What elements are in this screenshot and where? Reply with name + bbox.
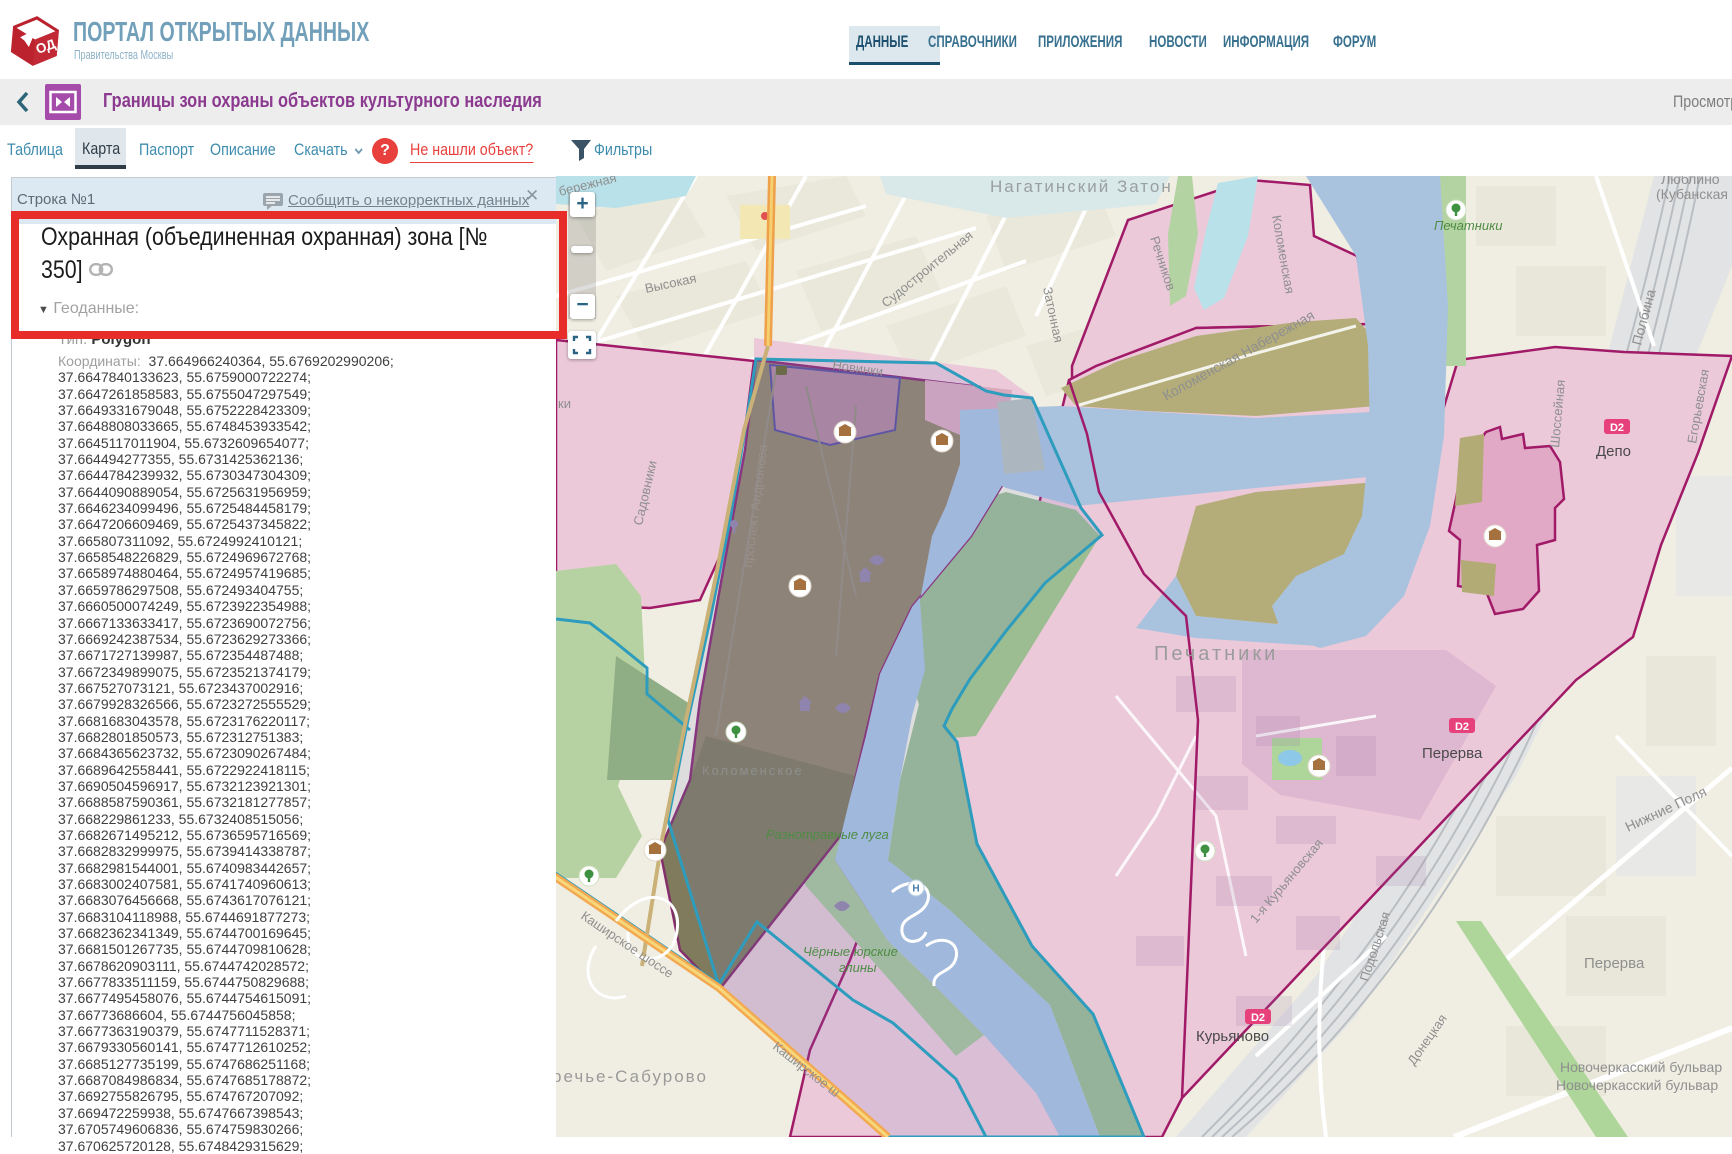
svg-text:D2: D2 [1455, 721, 1469, 733]
svg-text:Депо: Депо [1596, 443, 1631, 460]
svg-text:Перерва: Перерва [1422, 745, 1483, 762]
svg-text:Коломенское: Коломенское [702, 763, 804, 778]
svg-text:глины: глины [839, 960, 877, 975]
svg-text:Нагатинский Затон: Нагатинский Затон [990, 177, 1173, 196]
svg-text:Новочеркасский бульвар: Новочеркасский бульвар [1556, 1077, 1718, 1093]
svg-text:Перерва: Перерва [1584, 955, 1645, 972]
svg-text:Печатники: Печатники [1154, 643, 1278, 665]
svg-text:Курьяново: Курьяново [1196, 1028, 1269, 1045]
svg-text:Печатники: Печатники [1434, 218, 1502, 233]
svg-text:D2: D2 [1251, 1012, 1265, 1024]
svg-text:D2: D2 [1610, 422, 1624, 434]
svg-text:ки: ки [558, 396, 571, 411]
svg-text:речье-Сабурово: речье-Сабурово [556, 1067, 708, 1086]
svg-text:Новочеркасский бульвар: Новочеркасский бульвар [1560, 1059, 1722, 1075]
svg-text:(Кубанская: (Кубанская [1656, 186, 1728, 202]
svg-text:Н: Н [912, 884, 919, 895]
svg-text:Чёрные юрские: Чёрные юрские [803, 944, 898, 959]
svg-text:Разнотравные луга: Разнотравные луга [766, 827, 889, 842]
